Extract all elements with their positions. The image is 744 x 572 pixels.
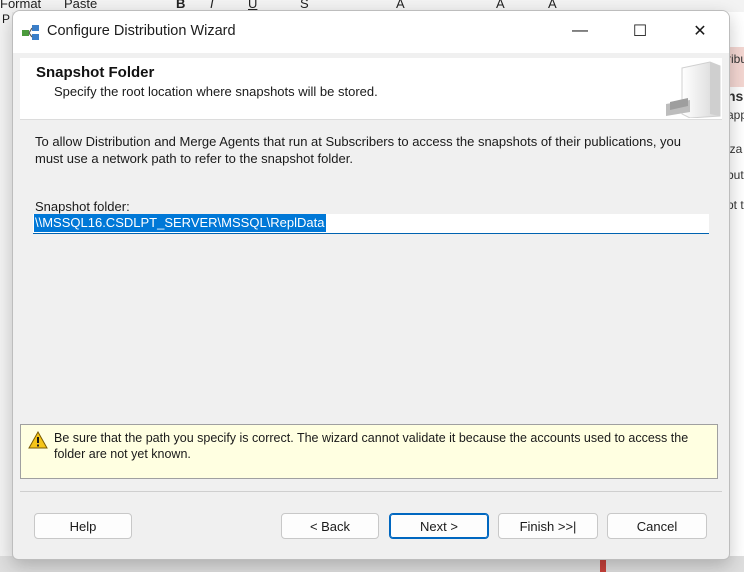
- minimize-button[interactable]: —: [551, 11, 609, 51]
- maximize-button[interactable]: ☐: [611, 11, 669, 51]
- close-icon: ✕: [693, 23, 707, 40]
- snapshot-folder-input[interactable]: \\MSSQL16.CSDLPT_SERVER\MSSQL\ReplData: [33, 214, 709, 234]
- close-button[interactable]: ✕: [671, 11, 729, 51]
- distribution-wizard-icon: [22, 25, 39, 40]
- page-subtitle: Specify the root location where snapshot…: [54, 84, 378, 99]
- bg-left-fragment: P: [2, 12, 11, 26]
- next-button[interactable]: Next >: [389, 513, 489, 539]
- title-bar[interactable]: Configure Distribution Wizard — ☐ ✕: [13, 11, 729, 53]
- help-button[interactable]: Help: [34, 513, 132, 539]
- page-title: Snapshot Folder: [36, 64, 155, 81]
- warning-icon: [28, 431, 48, 449]
- snapshot-folder-label: Snapshot folder:: [35, 199, 130, 214]
- server-graphic-icon: [666, 61, 721, 118]
- description-text: To allow Distribution and Merge Agents t…: [35, 134, 682, 166]
- minimize-icon: —: [572, 22, 588, 39]
- wizard-window: Configure Distribution Wizard — ☐ ✕ Snap…: [12, 10, 730, 560]
- background-left-strip: P: [0, 12, 12, 572]
- warning-text: Be sure that the path you specify is cor…: [54, 431, 689, 461]
- wizard-header: Snapshot Folder Specify the root locatio…: [20, 58, 722, 120]
- finish-button[interactable]: Finish >>|: [498, 513, 598, 539]
- maximize-icon: ☐: [632, 23, 648, 40]
- back-button[interactable]: < Back: [281, 513, 379, 539]
- footer-divider: [20, 491, 722, 492]
- window-title: Configure Distribution Wizard: [47, 23, 236, 39]
- cancel-button[interactable]: Cancel: [607, 513, 707, 539]
- snapshot-folder-value: \\MSSQL16.CSDLPT_SERVER\MSSQL\ReplData: [34, 214, 326, 232]
- warning-panel: Be sure that the path you specify is cor…: [20, 424, 718, 479]
